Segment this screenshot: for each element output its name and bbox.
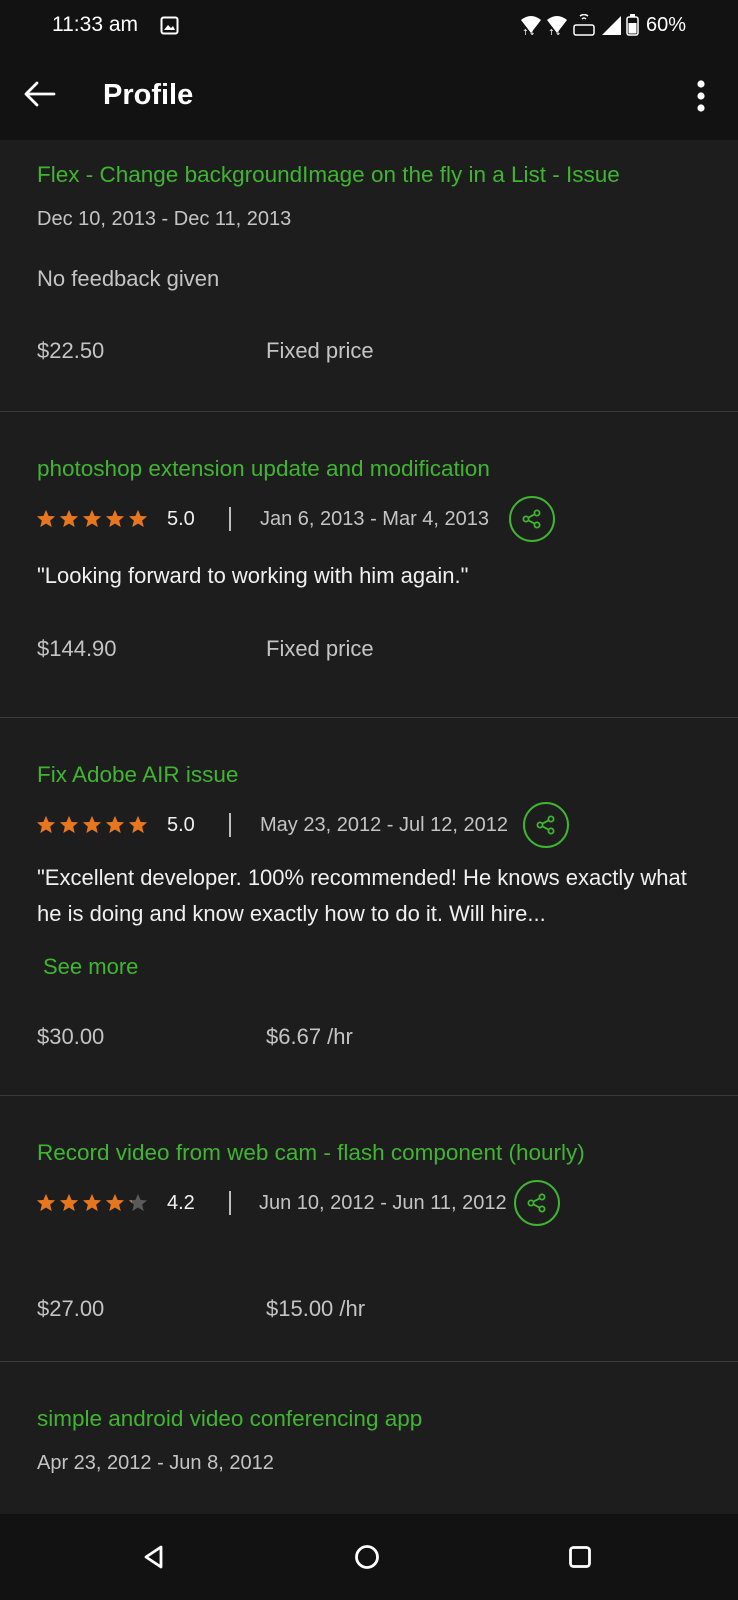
divider xyxy=(229,813,231,837)
rating-value: 5.0 xyxy=(167,508,195,530)
share-button[interactable] xyxy=(514,1180,560,1226)
star-icon xyxy=(129,1194,147,1211)
star-icon xyxy=(60,1194,78,1211)
job-price-type: $6.67 /hr xyxy=(266,1024,353,1049)
job-title-link[interactable]: Fix Adobe AIR issue xyxy=(37,762,238,788)
share-icon xyxy=(536,815,555,835)
job-amount: $144.90 xyxy=(37,636,117,661)
work-history-list[interactable]: Flex - Change backgroundImage on the fly… xyxy=(0,140,738,1514)
star-icon xyxy=(106,1194,124,1211)
divider xyxy=(229,507,231,531)
wifi-icon: ↑↓ xyxy=(520,16,541,35)
job-dates: Apr 23, 2012 - Jun 8, 2012 xyxy=(37,1452,274,1474)
volte-icon xyxy=(573,14,595,36)
svg-text:↑↓: ↑↓ xyxy=(548,28,561,35)
job-amount: $22.50 xyxy=(37,338,105,363)
star-icon xyxy=(60,510,78,527)
status-bar: 11:33 am ↑↓ ↑↓ 60% xyxy=(0,0,738,52)
job-price-type: Fixed price xyxy=(266,636,374,661)
star-rating xyxy=(36,509,148,529)
job-feedback-quote: "Looking forward to working with him aga… xyxy=(37,563,469,588)
rating-value: 4.2 xyxy=(167,1192,195,1214)
job-price-type: Fixed price xyxy=(266,338,374,363)
page-title: Profile xyxy=(103,79,194,111)
rating-value: 5.0 xyxy=(167,814,195,836)
status-time: 11:33 am xyxy=(52,13,138,36)
list-item: photoshop extension update and modificat… xyxy=(0,412,738,718)
job-dates: May 23, 2012 - Jul 12, 2012 xyxy=(260,814,508,836)
share-button[interactable] xyxy=(523,802,569,848)
signal-icon xyxy=(601,16,621,35)
battery-percent: 60% xyxy=(645,13,686,36)
job-dates: Dec 10, 2013 - Dec 11, 2013 xyxy=(37,208,292,230)
star-icon xyxy=(83,816,101,833)
system-icons: ↑↓ ↑↓ 60% xyxy=(520,13,686,37)
job-title-link[interactable]: Flex - Change backgroundImage on the fly… xyxy=(37,162,620,188)
star-icon xyxy=(37,816,55,833)
arrow-left-icon[interactable] xyxy=(22,78,58,110)
job-feedback: No feedback given xyxy=(37,266,220,291)
list-item: Flex - Change backgroundImage on the fly… xyxy=(0,140,738,412)
battery-icon xyxy=(626,14,639,36)
app-bar: Profile xyxy=(0,52,738,140)
share-icon xyxy=(527,1193,546,1213)
star-icon xyxy=(106,510,124,527)
job-amount: $30.00 xyxy=(37,1024,105,1049)
share-icon xyxy=(522,509,541,529)
list-item: Fix Adobe AIR issue 5.0 May 23, 2012 - J… xyxy=(0,718,738,1096)
job-amount: $27.00 xyxy=(37,1296,105,1321)
job-dates: Jun 10, 2012 - Jun 11, 2012 xyxy=(259,1192,507,1214)
nav-recents-icon[interactable] xyxy=(563,1540,597,1574)
list-item: Record video from web cam - flash compon… xyxy=(0,1096,738,1362)
star-icon xyxy=(37,1194,55,1211)
star-rating xyxy=(36,815,148,835)
gallery-icon xyxy=(160,16,179,35)
job-dates: Jan 6, 2013 - Mar 4, 2013 xyxy=(260,508,490,530)
job-title-link[interactable]: Record video from web cam - flash compon… xyxy=(37,1140,585,1166)
star-icon xyxy=(83,1194,101,1211)
system-nav-bar xyxy=(0,1514,738,1600)
star-icon xyxy=(37,510,55,527)
see-more-link[interactable]: See more xyxy=(43,954,138,980)
share-button[interactable] xyxy=(509,496,555,542)
nav-back-icon[interactable] xyxy=(137,1540,171,1574)
wifi-icon: ↑↓ xyxy=(546,16,567,35)
svg-text:↑↓: ↑↓ xyxy=(522,28,535,35)
list-item: simple android video conferencing app Ap… xyxy=(0,1362,738,1514)
job-price-type: $15.00 /hr xyxy=(266,1296,366,1321)
star-icon xyxy=(60,816,78,833)
more-vertical-icon[interactable] xyxy=(683,74,719,118)
job-title-link[interactable]: photoshop extension update and modificat… xyxy=(37,456,490,482)
star-icon xyxy=(83,510,101,527)
nav-home-icon[interactable] xyxy=(350,1540,384,1574)
star-icon xyxy=(106,816,124,833)
star-icon xyxy=(129,510,147,527)
divider xyxy=(229,1191,231,1215)
job-feedback-quote: "Excellent developer. 100% recommended! … xyxy=(37,865,687,926)
star-rating xyxy=(36,1193,148,1213)
job-title-link[interactable]: simple android video conferencing app xyxy=(37,1406,422,1432)
star-icon xyxy=(129,816,147,833)
